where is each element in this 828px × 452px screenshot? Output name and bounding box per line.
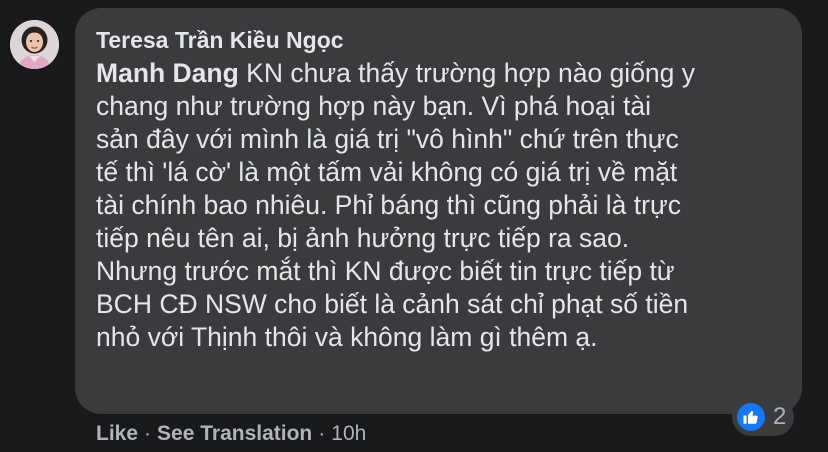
profile-photo-icon [10,20,59,69]
comment-line: sản đây với mình là giá trị "vô hình" ch… [96,124,679,154]
comment-line: nhỏ với Thịnh thôi và không làm gì thêm … [96,322,598,352]
avatar[interactable] [10,20,59,69]
comment-line-text: KN chưa thấy trường hợp nào giống y [238,58,696,88]
separator: · [144,422,152,445]
reaction-summary[interactable]: 2 [732,398,795,436]
comment-line: Nhưng trước mắt thì KN được biết tin trự… [96,256,675,286]
comment-line: tài chính bao nhiêu. Phỉ báng thì cũng p… [96,190,681,220]
comment-bubble: Teresa Trần Kiều Ngọc Manh Dang KN chưa … [75,8,802,414]
comment-line: chang như trường hợp này bạn. Vì phá hoạ… [96,91,651,121]
comment-author[interactable]: Teresa Trần Kiều Ngọc [96,25,784,55]
comment-line: tế thì 'lá cờ' là một tấm vải không có g… [96,157,678,187]
thumbs-up-icon [743,411,758,424]
mention-link[interactable]: Manh Dang [96,58,239,88]
reaction-count: 2 [773,403,787,430]
comment-line: tiếp nêu tên ai, bị ảnh hưởng trực tiếp … [96,223,630,253]
comment-text: Manh Dang KN chưa thấy trường hợp nào gi… [96,57,786,354]
separator: · [318,422,326,445]
comment-line: Manh Dang KN chưa thấy trường hợp nào gi… [96,57,786,90]
like-icon [735,401,767,433]
like-button[interactable]: Like [96,422,138,445]
comment-timestamp[interactable]: 10h [331,422,366,445]
comment-line: BCH CĐ NSW cho biết là cảnh sát chỉ phạt… [96,289,689,319]
comment-actions: Like · See Translation · 10h [96,420,366,448]
comment: Teresa Trần Kiều Ngọc Manh Dang KN chưa … [0,0,828,452]
see-translation-link[interactable]: See Translation [157,422,312,445]
